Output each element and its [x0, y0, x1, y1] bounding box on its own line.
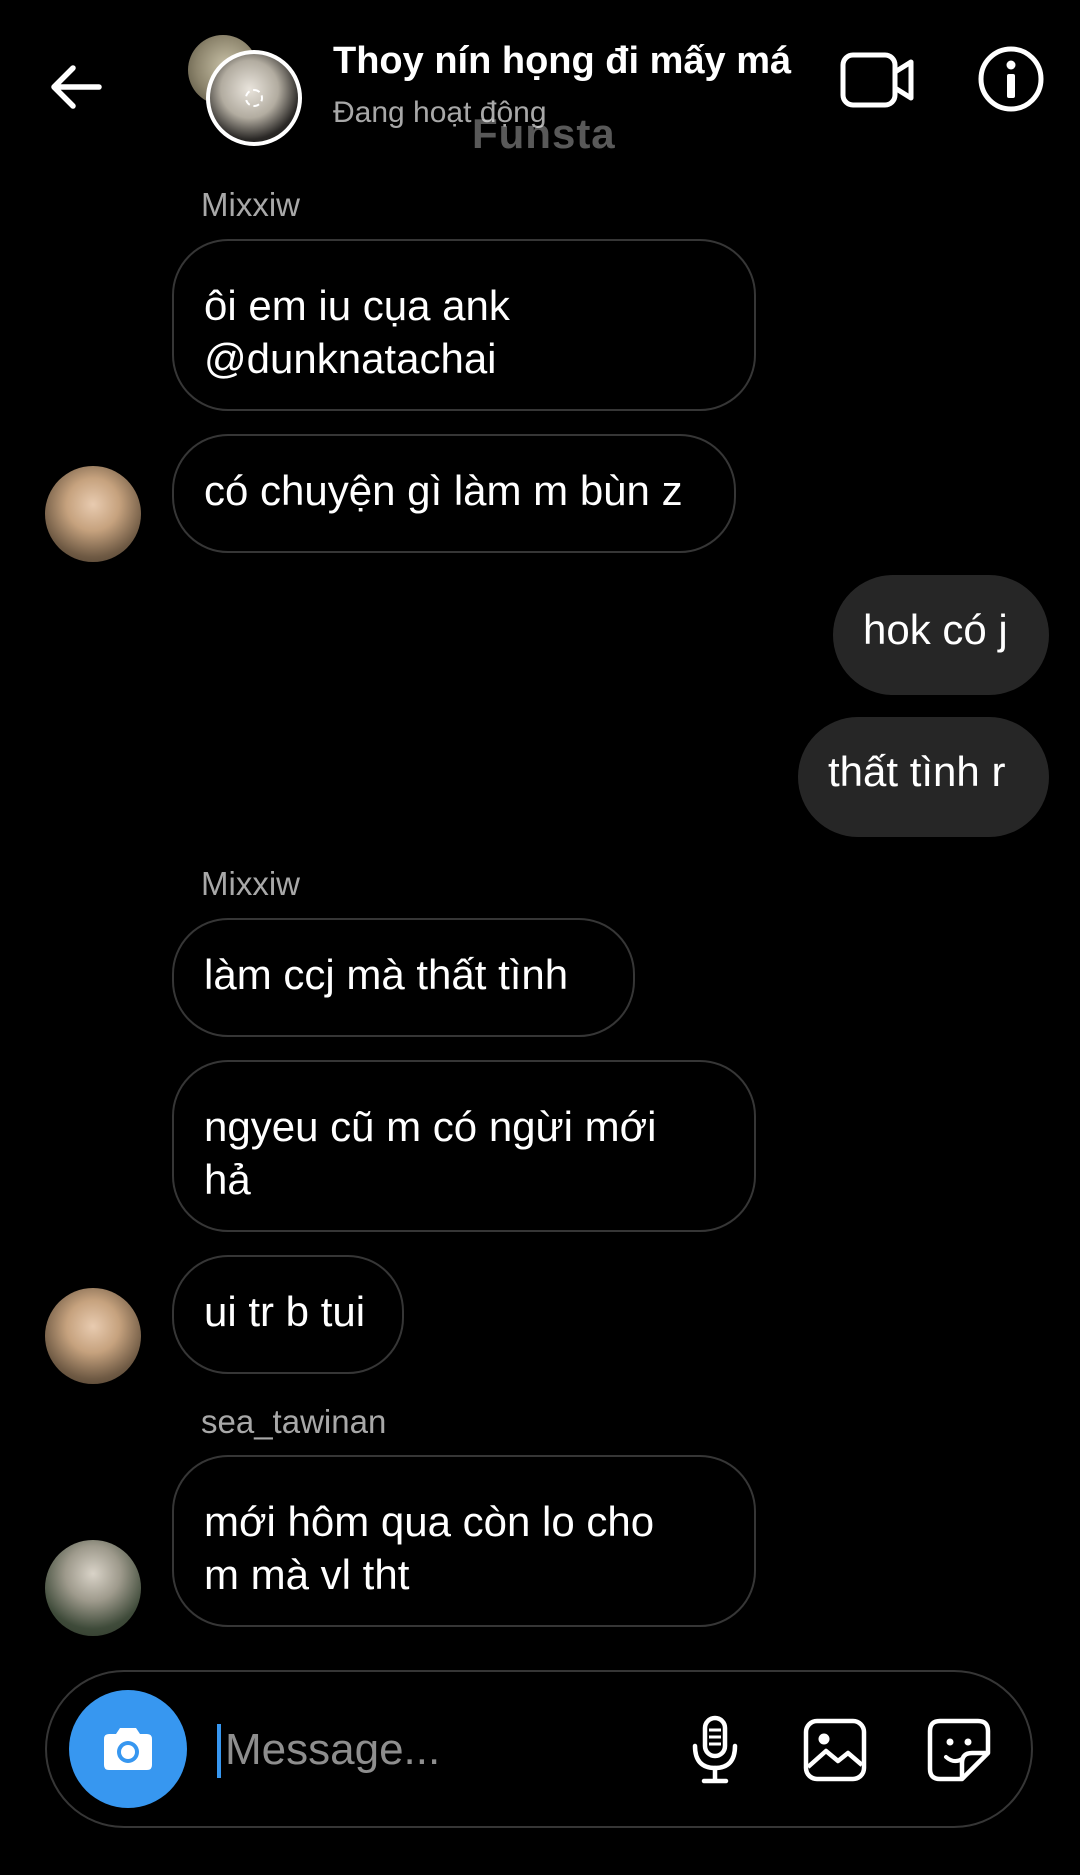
- message-text: thất tình r: [828, 748, 1006, 795]
- message-input[interactable]: [219, 1710, 701, 1790]
- avatar-mixxiw[interactable]: [45, 1288, 141, 1384]
- microphone-icon: [692, 1715, 738, 1784]
- message-bubble-incoming[interactable]: mới hôm qua còn lo cho m mà vl tht: [172, 1455, 756, 1627]
- message-text-line: ngyeu cũ m có ngừi mới: [204, 1103, 657, 1150]
- chat-header: Thoy nín họng đi mấy má Đang hoạt động F…: [0, 0, 1080, 170]
- message-text: ui tr b tui: [204, 1288, 366, 1335]
- loading-icon: [245, 89, 263, 107]
- message-text-line: @dunknatachai: [204, 335, 497, 382]
- message-text-line: mới hôm qua còn lo cho: [204, 1498, 655, 1545]
- message-bubble-incoming[interactable]: ui tr b tui: [172, 1255, 404, 1374]
- info-icon: [978, 46, 1044, 112]
- message-text: có chuyện gì làm m bùn z: [204, 467, 683, 514]
- sender-name: sea_tawinan: [201, 1403, 387, 1440]
- sender-name: Mixxiw: [201, 186, 300, 223]
- message-bubble-incoming[interactable]: ngyeu cũ m có ngừi mới hả: [172, 1060, 756, 1232]
- video-call-button[interactable]: [838, 45, 918, 115]
- message-text-line: m mà vl tht: [204, 1551, 410, 1598]
- gallery-icon: [803, 1718, 867, 1782]
- message-text: làm ccj mà thất tình: [204, 951, 569, 998]
- sticker-button[interactable]: [919, 1710, 999, 1790]
- gallery-button[interactable]: [795, 1710, 875, 1790]
- info-button[interactable]: [974, 42, 1048, 116]
- camera-icon: [104, 1728, 152, 1770]
- back-button[interactable]: [44, 55, 108, 119]
- group-avatar-primary: [206, 50, 302, 146]
- message-bubble-outgoing[interactable]: thất tình r: [798, 717, 1049, 837]
- video-call-icon: [840, 52, 914, 108]
- message-text-line: hả: [204, 1156, 251, 1203]
- message-bubble-incoming[interactable]: làm ccj mà thất tình: [172, 918, 635, 1037]
- avatar-sea-tawinan[interactable]: [45, 1540, 141, 1636]
- message-text: hok có j: [863, 606, 1008, 653]
- voice-message-button[interactable]: [675, 1710, 755, 1790]
- chat-title[interactable]: Thoy nín họng đi mấy má: [333, 40, 791, 83]
- avatar-mixxiw[interactable]: [45, 466, 141, 562]
- camera-button[interactable]: [69, 1690, 187, 1808]
- watermark: Funsta: [472, 110, 616, 157]
- message-bubble-incoming[interactable]: ôi em iu cụa ank @dunknatachai: [172, 239, 756, 411]
- group-avatar[interactable]: [188, 35, 302, 146]
- message-bubble-incoming[interactable]: có chuyện gì làm m bùn z: [172, 434, 736, 553]
- message-bubble-outgoing[interactable]: hok có j: [833, 575, 1049, 695]
- message-composer: [45, 1670, 1033, 1828]
- message-text-line: ôi em iu cụa ank: [204, 282, 510, 329]
- back-arrow-icon: [51, 65, 102, 109]
- sticker-icon: [927, 1718, 991, 1782]
- sender-name: Mixxiw: [201, 865, 300, 902]
